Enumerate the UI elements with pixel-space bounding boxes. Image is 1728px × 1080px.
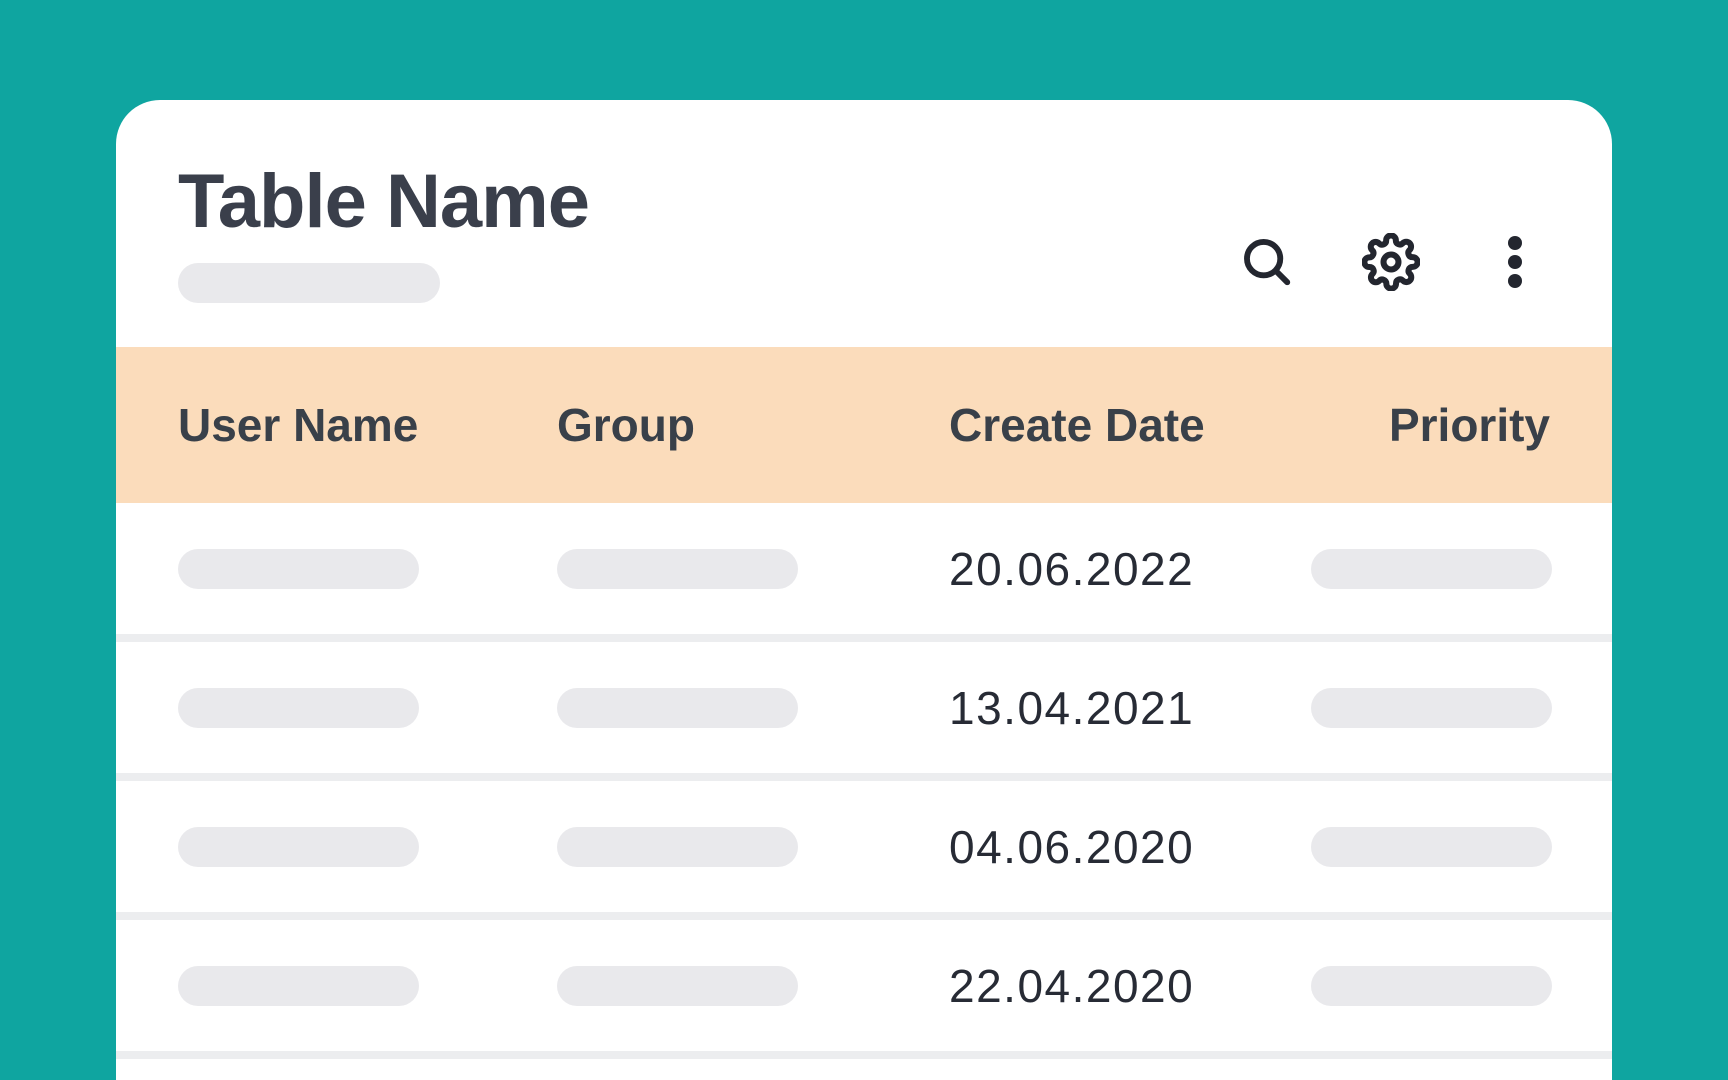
column-header-create-date: Create Date: [949, 399, 1205, 451]
settings-button[interactable]: [1362, 233, 1420, 291]
more-options-button[interactable]: [1487, 234, 1543, 290]
column-header-group: Group: [557, 399, 695, 451]
priority-placeholder: [1311, 687, 1552, 728]
subtitle-placeholder: [178, 263, 440, 303]
user-name-placeholder: [178, 687, 419, 728]
toolbar: [1239, 233, 1543, 291]
priority-placeholder: [1311, 548, 1552, 589]
gear-icon: [1362, 233, 1420, 291]
table-row: 13.04.2021: [116, 642, 1612, 781]
kebab-menu-icon: [1507, 234, 1523, 290]
card-header: Table Name: [116, 100, 1612, 347]
create-date-value: 20.06.2022: [949, 542, 1195, 595]
table-card: Table Name User Name Group Create Date P…: [116, 100, 1612, 1080]
user-name-placeholder: [178, 826, 419, 867]
group-placeholder: [557, 965, 798, 1006]
table-row: 04.06.2020: [116, 781, 1612, 920]
table-header-row: User Name Group Create Date Priority: [116, 347, 1612, 503]
table-row: 22.04.2020: [116, 920, 1612, 1059]
create-date-value: 04.06.2020: [949, 820, 1195, 873]
priority-placeholder: [1311, 965, 1552, 1006]
user-name-placeholder: [178, 548, 419, 589]
page-background: { "page": { "background_color": "#0FA5A0…: [0, 0, 1728, 1080]
priority-placeholder: [1311, 826, 1552, 867]
column-header-user-name: User Name: [178, 399, 419, 451]
column-header-priority: Priority: [1388, 399, 1550, 451]
create-date-value: 22.04.2020: [949, 959, 1195, 1012]
group-placeholder: [557, 548, 798, 589]
search-button[interactable]: [1239, 234, 1295, 290]
group-placeholder: [557, 687, 798, 728]
search-icon: [1240, 235, 1294, 289]
user-name-placeholder: [178, 965, 419, 1006]
table-row: 20.06.2022: [116, 503, 1612, 642]
group-placeholder: [557, 826, 798, 867]
page-title: Table Name: [178, 159, 590, 244]
create-date-value: 13.04.2021: [949, 681, 1195, 734]
